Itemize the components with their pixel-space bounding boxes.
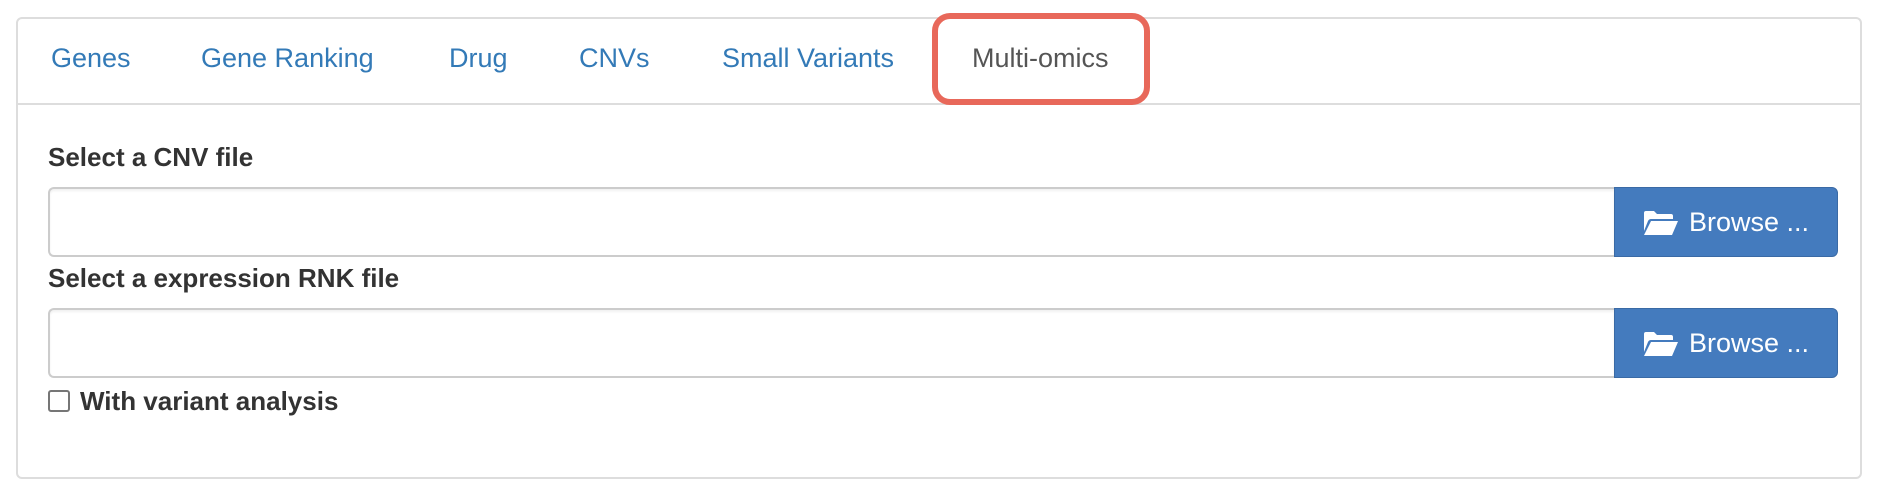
tab-small-variants[interactable]: Small Variants xyxy=(722,43,894,74)
cnv-browse-button[interactable]: Browse ... xyxy=(1614,187,1838,257)
cnv-file-input-group: Browse ... xyxy=(48,187,1838,257)
tab-drug[interactable]: Drug xyxy=(449,43,508,74)
tab-cnvs[interactable]: CNVs xyxy=(579,43,650,74)
variant-analysis-label[interactable]: With variant analysis xyxy=(80,386,338,417)
folder-open-icon xyxy=(1643,211,1678,235)
cnv-file-path-field[interactable] xyxy=(48,187,1614,257)
tab-bar: Genes Gene Ranking Drug CNVs Small Varia… xyxy=(18,19,1860,105)
folder-open-icon xyxy=(1643,332,1678,356)
tab-genes[interactable]: Genes xyxy=(51,43,131,74)
variant-analysis-option: With variant analysis xyxy=(48,384,338,418)
tab-gene-ranking[interactable]: Gene Ranking xyxy=(201,43,374,74)
cnv-file-label: Select a CNV file xyxy=(48,142,254,172)
rnk-browse-label: Browse ... xyxy=(1688,327,1810,358)
tab-multi-omics[interactable]: Multi-omics xyxy=(972,43,1109,74)
rnk-file-input-group: Browse ... xyxy=(48,308,1838,378)
cnv-browse-label: Browse ... xyxy=(1688,206,1810,237)
tab-panel: Genes Gene Ranking Drug CNVs Small Varia… xyxy=(16,17,1862,479)
rnk-file-path-field[interactable] xyxy=(48,308,1614,378)
variant-analysis-checkbox[interactable] xyxy=(48,390,70,412)
rnk-file-label: Select a expression RNK file xyxy=(48,263,400,293)
rnk-browse-button[interactable]: Browse ... xyxy=(1614,308,1838,378)
